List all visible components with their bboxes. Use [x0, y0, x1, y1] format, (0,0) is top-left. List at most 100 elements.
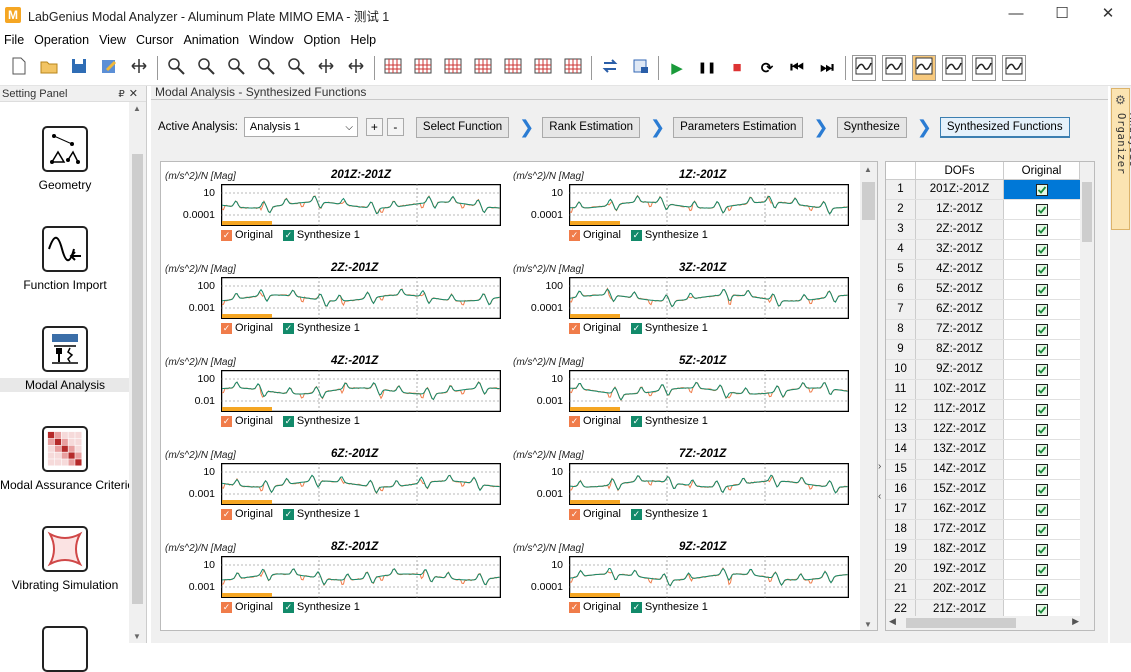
- table-row[interactable]: 2 1Z:-201Z: [886, 200, 1086, 220]
- frf-chart[interactable]: (m/s^2)/N [Mag] 3Z:-201Z 100 0.0001 ✓ Origina…: [509, 255, 857, 348]
- scroll-thumb[interactable]: [132, 154, 143, 604]
- zoom-out-button[interactable]: [284, 55, 308, 81]
- edit-button[interactable]: [97, 55, 121, 81]
- grid-3-button[interactable]: [441, 55, 465, 81]
- setting-panel-scrollbar[interactable]: ▲ ▼: [129, 102, 146, 643]
- row-original-cell[interactable]: [1004, 220, 1080, 239]
- row-original-cell[interactable]: [1004, 320, 1080, 339]
- frf-chart[interactable]: (m/s^2)/N [Mag] 2Z:-201Z 100 0.001 ✓ Original…: [161, 255, 509, 348]
- frf-plot[interactable]: [569, 463, 849, 505]
- scroll-thumb[interactable]: [1082, 182, 1092, 242]
- swap-button[interactable]: [598, 55, 622, 81]
- scroll-thumb[interactable]: [906, 618, 1016, 628]
- legend-original[interactable]: ✓ Original: [569, 508, 621, 520]
- scroll-left-icon[interactable]: ◀: [889, 616, 896, 627]
- legend-original[interactable]: ✓ Original: [569, 229, 621, 241]
- frf-chart[interactable]: (m/s^2)/N [Mag] 9Z:-201Z 10 0.0001 ✓ Original…: [509, 534, 857, 627]
- panel-close-icon[interactable]: ✕: [129, 88, 138, 100]
- nav-item-mac[interactable]: Modal Assurance Criterion: [0, 426, 141, 492]
- expand-left-icon[interactable]: ‹: [878, 491, 881, 502]
- legend-original[interactable]: ✓ Original: [221, 508, 273, 520]
- view-6-button[interactable]: [1002, 54, 1026, 81]
- scroll-down-icon[interactable]: ▼: [864, 620, 872, 629]
- plots-scrollbar[interactable]: ▲ ▼: [860, 162, 877, 630]
- table-row[interactable]: 7 6Z:-201Z: [886, 300, 1086, 320]
- row-original-cell[interactable]: [1004, 280, 1080, 299]
- checkbox-icon[interactable]: [1036, 523, 1048, 536]
- add-analysis-button[interactable]: +: [365, 118, 383, 136]
- row-original-cell[interactable]: [1004, 560, 1080, 579]
- table-row[interactable]: 1 201Z:-201Z: [886, 180, 1086, 200]
- checkbox-icon[interactable]: [1036, 383, 1048, 396]
- checkbox-icon[interactable]: [1036, 543, 1048, 556]
- table-row[interactable]: 10 9Z:-201Z: [886, 360, 1086, 380]
- maximize-button[interactable]: ☐: [1039, 0, 1085, 30]
- stop-button[interactable]: ■: [725, 55, 749, 81]
- row-original-cell[interactable]: [1004, 300, 1080, 319]
- menu-animation[interactable]: Animation: [179, 33, 245, 47]
- pin-icon[interactable]: ₽: [118, 89, 124, 100]
- menu-file[interactable]: File: [0, 33, 30, 47]
- row-original-cell[interactable]: [1004, 200, 1080, 219]
- frf-chart[interactable]: (m/s^2)/N [Mag] 7Z:-201Z 10 0.001 ✓ Original ✓…: [509, 441, 857, 534]
- last-button[interactable]: ⏭: [815, 55, 839, 81]
- row-original-cell[interactable]: [1004, 440, 1080, 459]
- scroll-up-icon[interactable]: ▲: [133, 104, 141, 113]
- table-row[interactable]: 13 12Z:-201Z: [886, 420, 1086, 440]
- zoom-in-button[interactable]: [254, 55, 278, 81]
- grid-2-button[interactable]: [411, 55, 435, 81]
- frf-chart[interactable]: (m/s^2)/N [Mag] 1Z:-201Z 10 0.0001 ✓ Original…: [509, 162, 857, 255]
- minimize-button[interactable]: —: [993, 0, 1039, 30]
- legend-synthesize[interactable]: ✓ Synthesize 1: [630, 322, 708, 334]
- checkbox-icon[interactable]: [1036, 423, 1048, 436]
- play-button[interactable]: ▶: [665, 55, 689, 81]
- grid-1-button[interactable]: [381, 55, 405, 81]
- frf-plot[interactable]: [221, 370, 501, 412]
- table-row[interactable]: 12 11Z:-201Z: [886, 400, 1086, 420]
- checkbox-icon[interactable]: [1036, 203, 1048, 216]
- frf-chart[interactable]: (m/s^2)/N [Mag] 8Z:-201Z 10 0.001 ✓ Original ✓…: [161, 534, 509, 627]
- row-original-cell[interactable]: [1004, 480, 1080, 499]
- row-original-cell[interactable]: [1004, 500, 1080, 519]
- header-dofs[interactable]: DOFs: [916, 162, 1004, 179]
- checkbox-icon[interactable]: [1036, 183, 1048, 196]
- row-original-cell[interactable]: [1004, 420, 1080, 439]
- legend-synthesize[interactable]: ✓ Synthesize 1: [282, 415, 360, 427]
- pause-button[interactable]: ❚❚: [695, 55, 719, 81]
- import-button[interactable]: [127, 55, 151, 81]
- save-button[interactable]: [67, 55, 91, 81]
- table-hscrollbar[interactable]: ◀ ▶: [886, 616, 1082, 630]
- legend-original[interactable]: ✓ Original: [569, 601, 621, 613]
- table-row[interactable]: 15 14Z:-201Z: [886, 460, 1086, 480]
- table-row[interactable]: 8 7Z:-201Z: [886, 320, 1086, 340]
- checkbox-icon[interactable]: [1036, 563, 1048, 576]
- step-parameters-estimation[interactable]: Parameters Estimation: [673, 116, 804, 138]
- checkbox-icon[interactable]: [1036, 463, 1048, 476]
- menu-view[interactable]: View: [95, 33, 132, 47]
- legend-original[interactable]: ✓ Original: [569, 322, 621, 334]
- checkbox-icon[interactable]: [1036, 363, 1048, 376]
- menu-operation[interactable]: Operation: [30, 33, 95, 47]
- checkbox-icon[interactable]: [1036, 223, 1048, 236]
- checkbox-icon[interactable]: [1036, 603, 1048, 616]
- scroll-down-icon[interactable]: ▼: [133, 632, 141, 641]
- legend-original[interactable]: ✓ Original: [221, 601, 273, 613]
- step-synthesized-functions[interactable]: Synthesized Functions: [939, 116, 1070, 138]
- checkbox-icon[interactable]: [1036, 283, 1048, 296]
- grid-5-button[interactable]: [501, 55, 525, 81]
- legend-synthesize[interactable]: ✓ Synthesize 1: [630, 415, 708, 427]
- nav-item-vibrating-simulation[interactable]: Vibrating Simulation: [0, 526, 130, 592]
- table-row[interactable]: 18 17Z:-201Z: [886, 520, 1086, 540]
- scroll-right-icon[interactable]: ▶: [1072, 616, 1079, 627]
- row-original-cell[interactable]: [1004, 540, 1080, 559]
- header-original[interactable]: Original: [1004, 162, 1080, 179]
- frf-plot[interactable]: [221, 277, 501, 319]
- checkbox-icon[interactable]: [1036, 263, 1048, 276]
- analysis-organizer-tab[interactable]: ⚙ Analysis Organizer: [1111, 88, 1131, 230]
- table-row[interactable]: 6 5Z:-201Z: [886, 280, 1086, 300]
- row-original-cell[interactable]: [1004, 340, 1080, 359]
- scroll-thumb[interactable]: [862, 182, 875, 220]
- nav-item-more[interactable]: [0, 626, 130, 672]
- legend-synthesize[interactable]: ✓ Synthesize 1: [282, 229, 360, 241]
- menu-help[interactable]: Help: [346, 33, 382, 47]
